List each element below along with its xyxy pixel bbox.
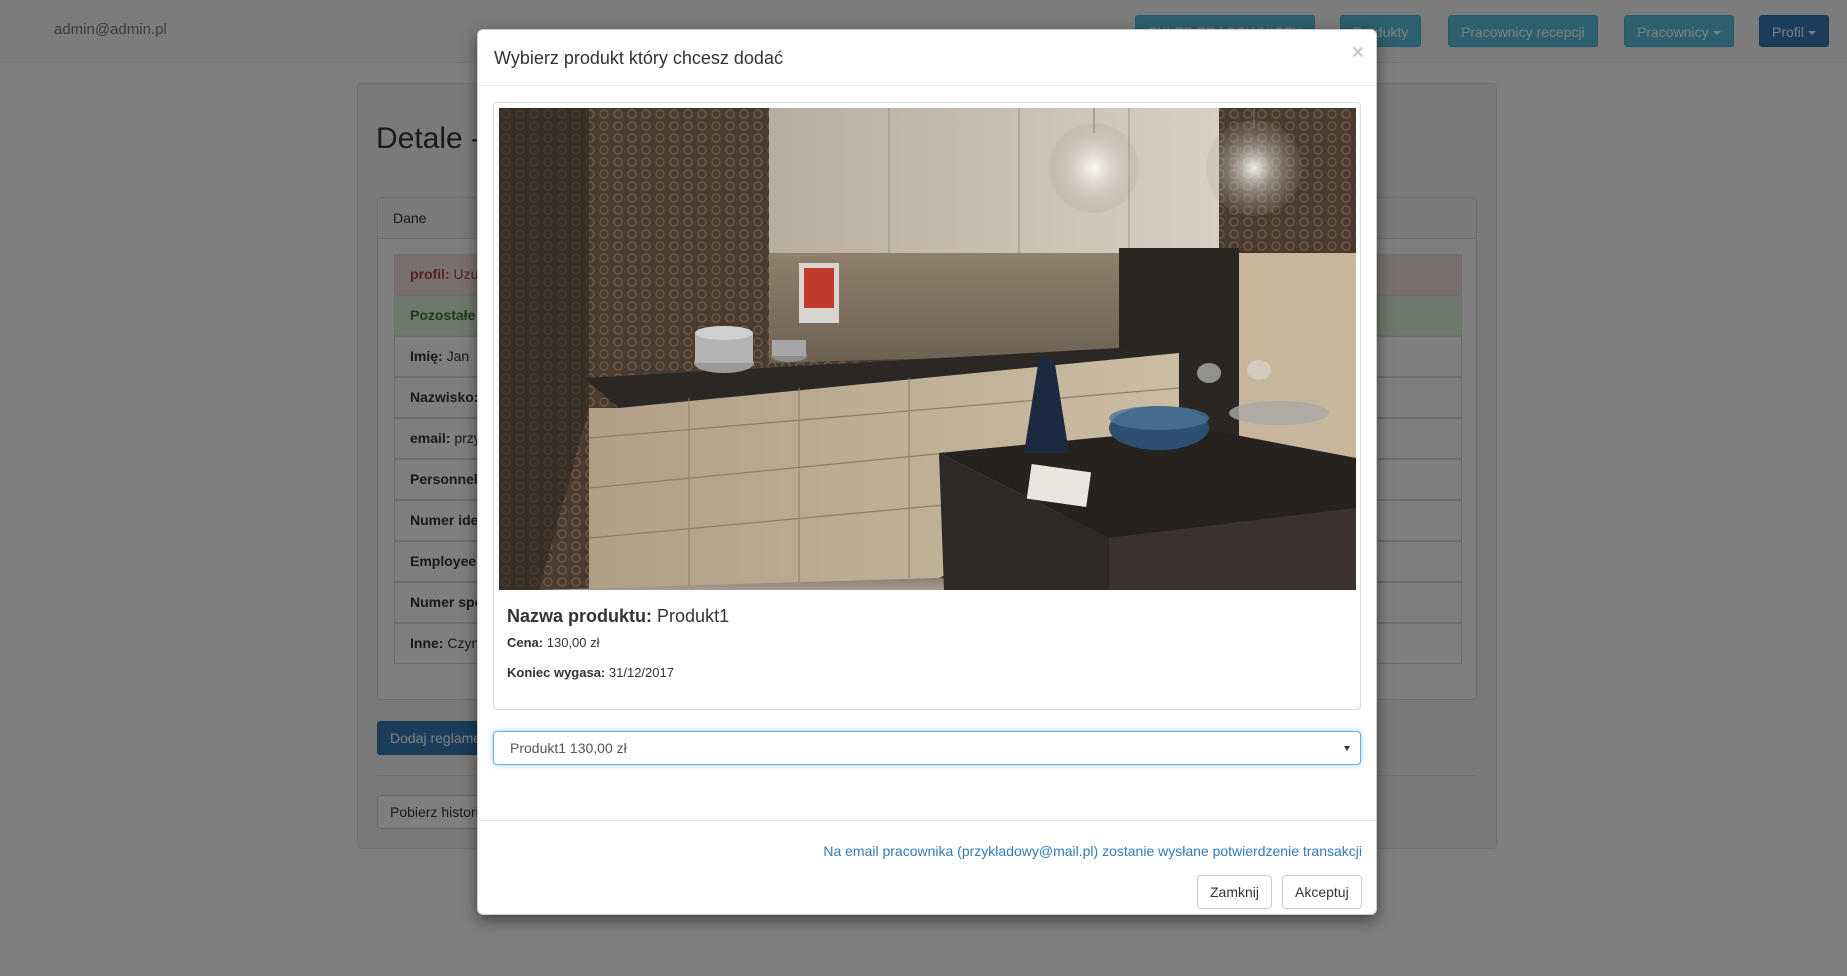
product-name-label: Nazwa produktu: xyxy=(507,606,653,626)
product-select[interactable]: Produkt1 130,00 zł xyxy=(493,731,1361,765)
modal-header: Wybierz produkt który chcesz dodać × xyxy=(478,30,1376,86)
close-button[interactable]: Zamknij xyxy=(1197,875,1273,909)
select-arrow-icon xyxy=(1344,746,1350,751)
product-name-value: Produkt1 xyxy=(657,606,730,626)
select-product-modal: Wybierz produkt który chcesz dodać × Naz… xyxy=(477,29,1377,915)
product-expiry-label: Koniec wygasa: xyxy=(507,665,606,680)
email-confirmation-note: Na email pracownika (przykladowy@mail.pl… xyxy=(823,843,1362,859)
product-expiry-value: 31/12/2017 xyxy=(608,665,674,680)
modal-footer: Na email pracownika (przykladowy@mail.pl… xyxy=(478,820,1376,916)
modal-title: Wybierz produkt który chcesz dodać xyxy=(494,48,783,68)
product-price-value: 130,00 zł xyxy=(546,635,600,650)
product-price-label: Cena: xyxy=(507,635,544,650)
product-expiry: Koniec wygasa: 31/12/2017 xyxy=(507,665,674,680)
product-image xyxy=(499,108,1356,590)
product-card: Nazwa produktu: Produkt1 Cena: 130,00 zł… xyxy=(493,102,1361,710)
product-select-value: Produkt1 130,00 zł xyxy=(510,740,627,756)
product-price: Cena: 130,00 zł xyxy=(507,635,600,650)
product-name: Nazwa produktu: Produkt1 xyxy=(507,606,729,627)
accept-button[interactable]: Akceptuj xyxy=(1282,875,1362,909)
close-icon[interactable]: × xyxy=(1352,42,1364,63)
